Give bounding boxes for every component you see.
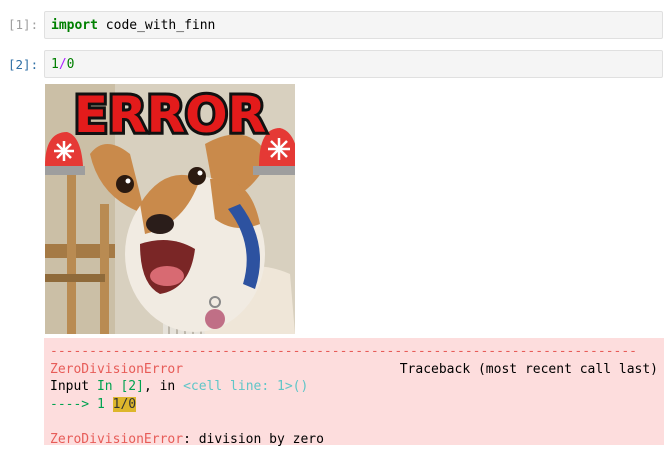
- traceback-output: ----------------------------------------…: [44, 338, 664, 447]
- numerator: 1: [51, 57, 59, 72]
- final-error-type: ZeroDivisionError: [50, 431, 184, 447]
- division-operator: /: [58, 57, 67, 72]
- input-in: , in: [143, 379, 184, 394]
- line-number: 1: [96, 396, 105, 412]
- traceback-header-row: ZeroDivisionError Traceback (most recent …: [50, 361, 658, 379]
- traceback-header: Traceback (most recent call last): [399, 361, 658, 377]
- cell-1-input[interactable]: import code_with_finn: [44, 11, 663, 39]
- input-ref: In [2]: [96, 379, 144, 394]
- denominator: 0: [66, 57, 75, 72]
- error-banner-text: ERROR: [74, 86, 266, 144]
- module-name: code_with_finn: [105, 18, 216, 33]
- final-error-message: : division by zero: [183, 431, 324, 447]
- dog-illustration: ERROR: [45, 84, 295, 334]
- cell-line-ref: <cell line: 1>(): [183, 379, 309, 394]
- import-keyword: import: [51, 18, 98, 33]
- input-location-row: Input In [2], in <cell line: 1>(): [50, 378, 658, 396]
- cell-1-prompt: [1]:: [8, 17, 39, 32]
- cell-2-input[interactable]: 1/0: [44, 50, 663, 78]
- traceback-separator: ----------------------------------------…: [50, 344, 637, 359]
- code-line-row: ----> 1 1/0: [50, 396, 658, 414]
- error-type: ZeroDivisionError: [50, 361, 184, 377]
- input-label: Input: [50, 379, 90, 394]
- error-meme-image: ERROR: [45, 84, 295, 334]
- highlighted-code: 1/0: [112, 396, 137, 412]
- cell-2-prompt: [2]:: [8, 57, 39, 72]
- final-error-row: ZeroDivisionError: division by zero: [50, 431, 658, 449]
- arrow-marker: ---->: [50, 396, 90, 412]
